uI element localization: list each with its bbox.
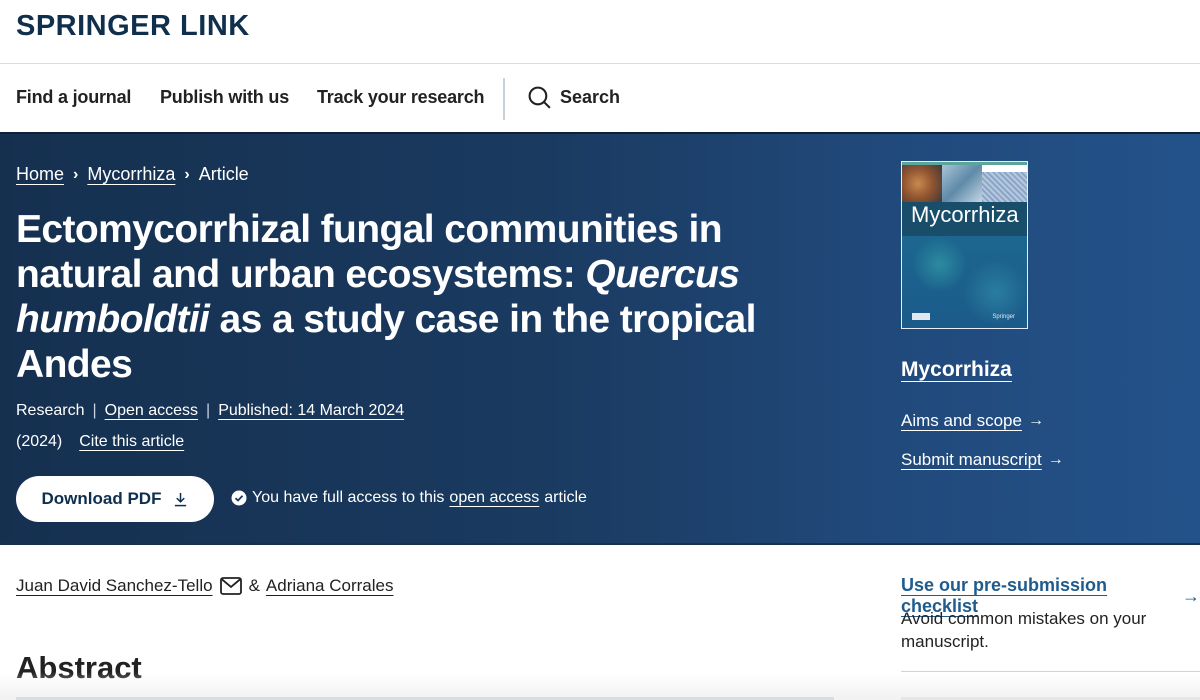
submit-manuscript-label: Submit manuscript (901, 450, 1042, 469)
aims-scope-link[interactable]: Aims and scope → (901, 411, 1044, 431)
chevron-right-icon: › (73, 165, 79, 183)
search-button[interactable]: Search (527, 85, 620, 110)
breadcrumb-home[interactable]: Home (16, 164, 64, 185)
cover-photo-1 (902, 165, 942, 202)
checklist-description: Avoid common mistakes on your manuscript… (901, 609, 1147, 651)
sidebar-divider (901, 671, 1200, 672)
download-icon (175, 492, 187, 506)
author-list: Juan David Sanchez-Tello & Adriana Corra… (16, 576, 393, 596)
email-icon[interactable] (219, 576, 243, 596)
springer-link-logo[interactable]: SPRINGER LINK (16, 10, 250, 43)
check-circle-icon (231, 490, 247, 506)
breadcrumb: Home › Mycorrhiza › Article (16, 164, 249, 185)
author-link[interactable]: Adriana Corrales (266, 576, 394, 596)
article-citation-row: (2024) Cite this article (16, 433, 184, 451)
cite-article-link[interactable]: Cite this article (79, 433, 184, 451)
nav-publish-with-us[interactable]: Publish with us (160, 87, 289, 108)
meta-separator: | (206, 402, 211, 419)
cover-photo-3 (982, 172, 1027, 202)
article-title: Ectomycorrhizal fungal communities in na… (16, 207, 776, 387)
main-nav: Find a journal Publish with us Track you… (0, 65, 1200, 132)
open-access-link[interactable]: Open access (105, 402, 198, 420)
access-note-text-end: article (544, 489, 587, 506)
cover-volume-label (982, 165, 1027, 172)
download-pdf-button[interactable]: Download PDF (16, 476, 214, 522)
society-logo-icon (912, 313, 930, 320)
article-hero: Home › Mycorrhiza › Article Ectomycorrhi… (0, 132, 1200, 545)
download-pdf-label: Download PDF (41, 489, 162, 508)
nav-divider (503, 78, 505, 120)
journal-name-link[interactable]: Mycorrhiza (901, 358, 1012, 382)
access-note: You have full access to this open access… (231, 489, 587, 507)
open-access-info-link[interactable]: open access (449, 489, 539, 507)
nav-find-journal[interactable]: Find a journal (16, 87, 131, 108)
arrow-right-icon: → (1027, 412, 1044, 429)
cover-publisher: Springer (992, 314, 1015, 320)
abstract-heading: Abstract (16, 650, 142, 685)
nav-track-research[interactable]: Track your research (317, 87, 485, 108)
published-date-link[interactable]: Published: 14 March 2024 (218, 402, 404, 420)
chevron-right-icon: › (184, 165, 190, 183)
breadcrumb-journal[interactable]: Mycorrhiza (87, 164, 175, 185)
author-separator: & (248, 576, 260, 595)
search-label: Search (560, 87, 621, 107)
submit-manuscript-link[interactable]: Submit manuscript → (901, 450, 1064, 470)
article-type: Research (16, 402, 85, 419)
author-link[interactable]: Juan David Sanchez-Tello (16, 576, 213, 596)
logo-text-springer: SPRINGER (16, 10, 172, 42)
logo-text-link: LINK (180, 10, 250, 42)
search-icon (528, 86, 551, 109)
brand-bar: SPRINGER LINK (0, 0, 1200, 64)
arrow-right-icon: → (1047, 451, 1064, 468)
breadcrumb-current: Article (198, 164, 249, 184)
journal-cover-image[interactable]: Mycorrhiza Springer (901, 161, 1028, 329)
aims-scope-label: Aims and scope (901, 411, 1022, 430)
cover-photo-2 (942, 165, 982, 202)
arrow-right-icon: → (1182, 585, 1200, 606)
access-note-text: You have full access to this (252, 489, 445, 506)
cover-title: Mycorrhiza (911, 202, 1019, 227)
meta-separator: | (92, 402, 97, 419)
article-meta: Research | Open access | Published: 14 M… (16, 402, 404, 420)
article-year: (2024) (16, 433, 63, 450)
bottom-fade (0, 672, 1200, 700)
